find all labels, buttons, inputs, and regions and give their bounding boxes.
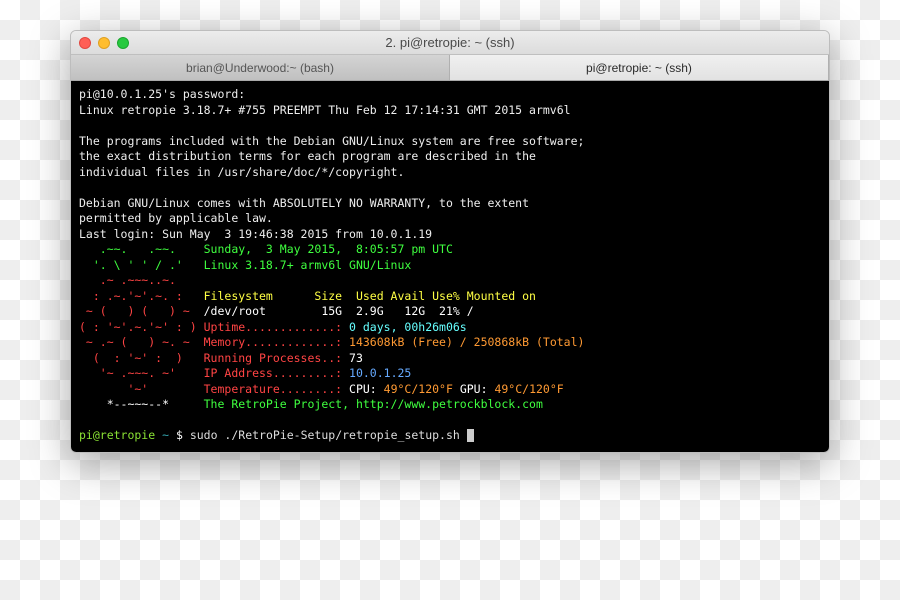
project-line: The RetroPie Project, http://www.petrock… [204,397,543,411]
window-title: 2. pi@retropie: ~ (ssh) [71,35,829,50]
ascii-art-line: ( : '~'.~.'~' : ) [79,320,204,334]
procs-value: 73 [349,351,363,365]
terminal-window: 2. pi@retropie: ~ (ssh) brian@Underwood:… [70,30,830,453]
tab-bar: brian@Underwood:~ (bash) pi@retropie: ~ … [71,55,829,81]
ascii-art-line: : .~.'~'.~. : [79,289,204,303]
last-login: Last login: Sun May 3 19:46:38 2015 from… [79,227,432,241]
procs-label: Running Processes..: [204,351,349,365]
terminal-body[interactable]: pi@10.0.1.25's password: Linux retropie … [71,81,829,452]
uptime-value: 0 days, 00h26m06s [349,320,467,334]
traffic-lights [79,37,129,49]
temp-gpu-label: GPU: [453,382,495,396]
ascii-art-line: '~' [79,382,204,396]
titlebar[interactable]: 2. pi@retropie: ~ (ssh) [71,31,829,55]
fs-header: Filesystem Size Used Avail Use% Mounted … [204,289,536,303]
motd-line: The programs included with the Debian GN… [79,134,584,148]
uname-line: Linux retropie 3.18.7+ #755 PREEMPT Thu … [79,103,571,117]
password-prompt: pi@10.0.1.25's password: [79,87,245,101]
prompt-user: pi@retropie [79,428,155,442]
uptime-label: Uptime.............: [204,320,349,334]
ascii-art-line: *--~~~--* [79,397,204,411]
ip-value: 10.0.1.25 [349,366,411,380]
tab-bash[interactable]: brian@Underwood:~ (bash) [71,55,450,80]
ascii-art-line: '. \ ' ' / .' [79,258,204,272]
ip-label: IP Address.........: [204,366,349,380]
memory-label: Memory.............: [204,335,349,349]
ascii-art-line: '~ .~~~. ~' [79,366,204,380]
temp-cpu-value: 49°C/120°F [384,382,453,396]
tab-label: pi@retropie: ~ (ssh) [586,61,692,75]
tab-ssh[interactable]: pi@retropie: ~ (ssh) [450,55,829,80]
tab-label: brian@Underwood:~ (bash) [186,61,334,75]
ascii-art-line: .~~. .~~. [79,242,204,256]
motd-line: Debian GNU/Linux comes with ABSOLUTELY N… [79,196,529,210]
ascii-art-line: ~ ( ) ( ) ~ [79,304,204,318]
minimize-icon[interactable] [98,37,110,49]
ascii-art-line: ( : '~' : ) [79,351,204,365]
temp-cpu-label: CPU: [349,382,384,396]
motd-line: individual files in /usr/share/doc/*/cop… [79,165,404,179]
fs-row: /dev/root 15G 2.9G 12G 21% / [204,304,474,318]
cursor-icon [467,429,474,442]
info-date: Sunday, 3 May 2015, 8:05:57 pm UTC [204,242,453,256]
motd-line: the exact distribution terms for each pr… [79,149,536,163]
ascii-art-line: .~ .~~~..~. [79,273,204,287]
temp-gpu-value: 49°C/120°F [494,382,563,396]
memory-value: 143608kB (Free) / 250868kB (Total) [349,335,584,349]
prompt-symbol: $ [176,428,190,442]
command-input[interactable]: sudo ./RetroPie-Setup/retropie_setup.sh [190,428,467,442]
info-kernel: Linux 3.18.7+ armv6l GNU/Linux [204,258,412,272]
zoom-icon[interactable] [117,37,129,49]
prompt-path: ~ [155,428,176,442]
close-icon[interactable] [79,37,91,49]
ascii-art-line: ~ .~ ( ) ~. ~ [79,335,204,349]
temp-label: Temperature........: [204,382,349,396]
motd-line: permitted by applicable law. [79,211,273,225]
